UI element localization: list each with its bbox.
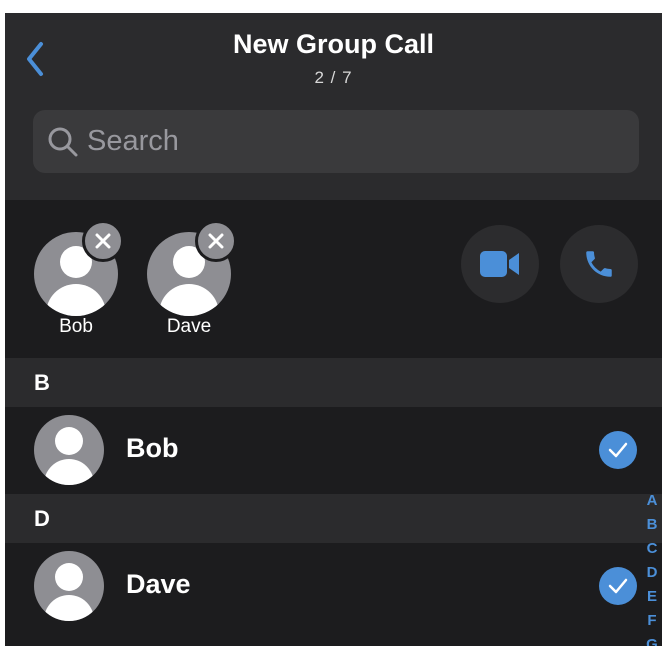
selected-contact-chip[interactable]: Bob	[30, 220, 130, 338]
selection-counter: 2 / 7	[314, 68, 353, 87]
contact-name: Bob	[126, 433, 179, 463]
new-group-call-screen: New Group Call 2 / 7 Bob	[5, 13, 662, 646]
video-call-button[interactable]	[461, 225, 539, 303]
index-letter[interactable]: A	[647, 489, 658, 513]
remove-contact-button[interactable]	[195, 220, 237, 262]
page-title: New Group Call	[232, 29, 435, 59]
contact-row[interactable]: Bob	[5, 407, 662, 494]
checkmark-icon	[608, 442, 628, 458]
phone-icon	[586, 251, 612, 277]
section-header-b: B	[5, 358, 662, 407]
close-icon	[208, 233, 224, 249]
index-letter[interactable]: F	[647, 609, 656, 633]
search-icon	[48, 127, 78, 156]
checkmark-icon	[608, 578, 628, 594]
section-header-d: D	[5, 494, 662, 543]
search-input[interactable]	[87, 125, 607, 158]
index-letter[interactable]: D	[647, 561, 658, 585]
selected-contact-name: Bob	[59, 316, 93, 337]
remove-contact-button[interactable]	[82, 220, 124, 262]
index-letter[interactable]: C	[647, 537, 658, 561]
index-letter[interactable]: E	[647, 585, 657, 609]
selected-checkbox[interactable]	[599, 431, 637, 469]
selected-contacts-bar: Bob Dave	[5, 200, 662, 358]
audio-call-button[interactable]	[560, 225, 638, 303]
avatar	[34, 551, 104, 621]
video-camera-icon	[480, 251, 519, 277]
close-icon	[95, 233, 111, 249]
selected-checkbox[interactable]	[599, 567, 637, 605]
alphabet-index[interactable]: A B C D E F G	[642, 489, 662, 646]
index-letter[interactable]: G	[646, 633, 658, 646]
header: New Group Call 2 / 7	[5, 13, 662, 200]
search-bar[interactable]	[33, 110, 639, 173]
avatar	[34, 415, 104, 485]
index-letter[interactable]: B	[647, 513, 658, 537]
contact-row[interactable]: Dave	[5, 543, 662, 630]
selected-contact-chip[interactable]: Dave	[143, 220, 243, 338]
contact-name: Dave	[126, 569, 191, 599]
selected-contact-name: Dave	[166, 316, 212, 337]
